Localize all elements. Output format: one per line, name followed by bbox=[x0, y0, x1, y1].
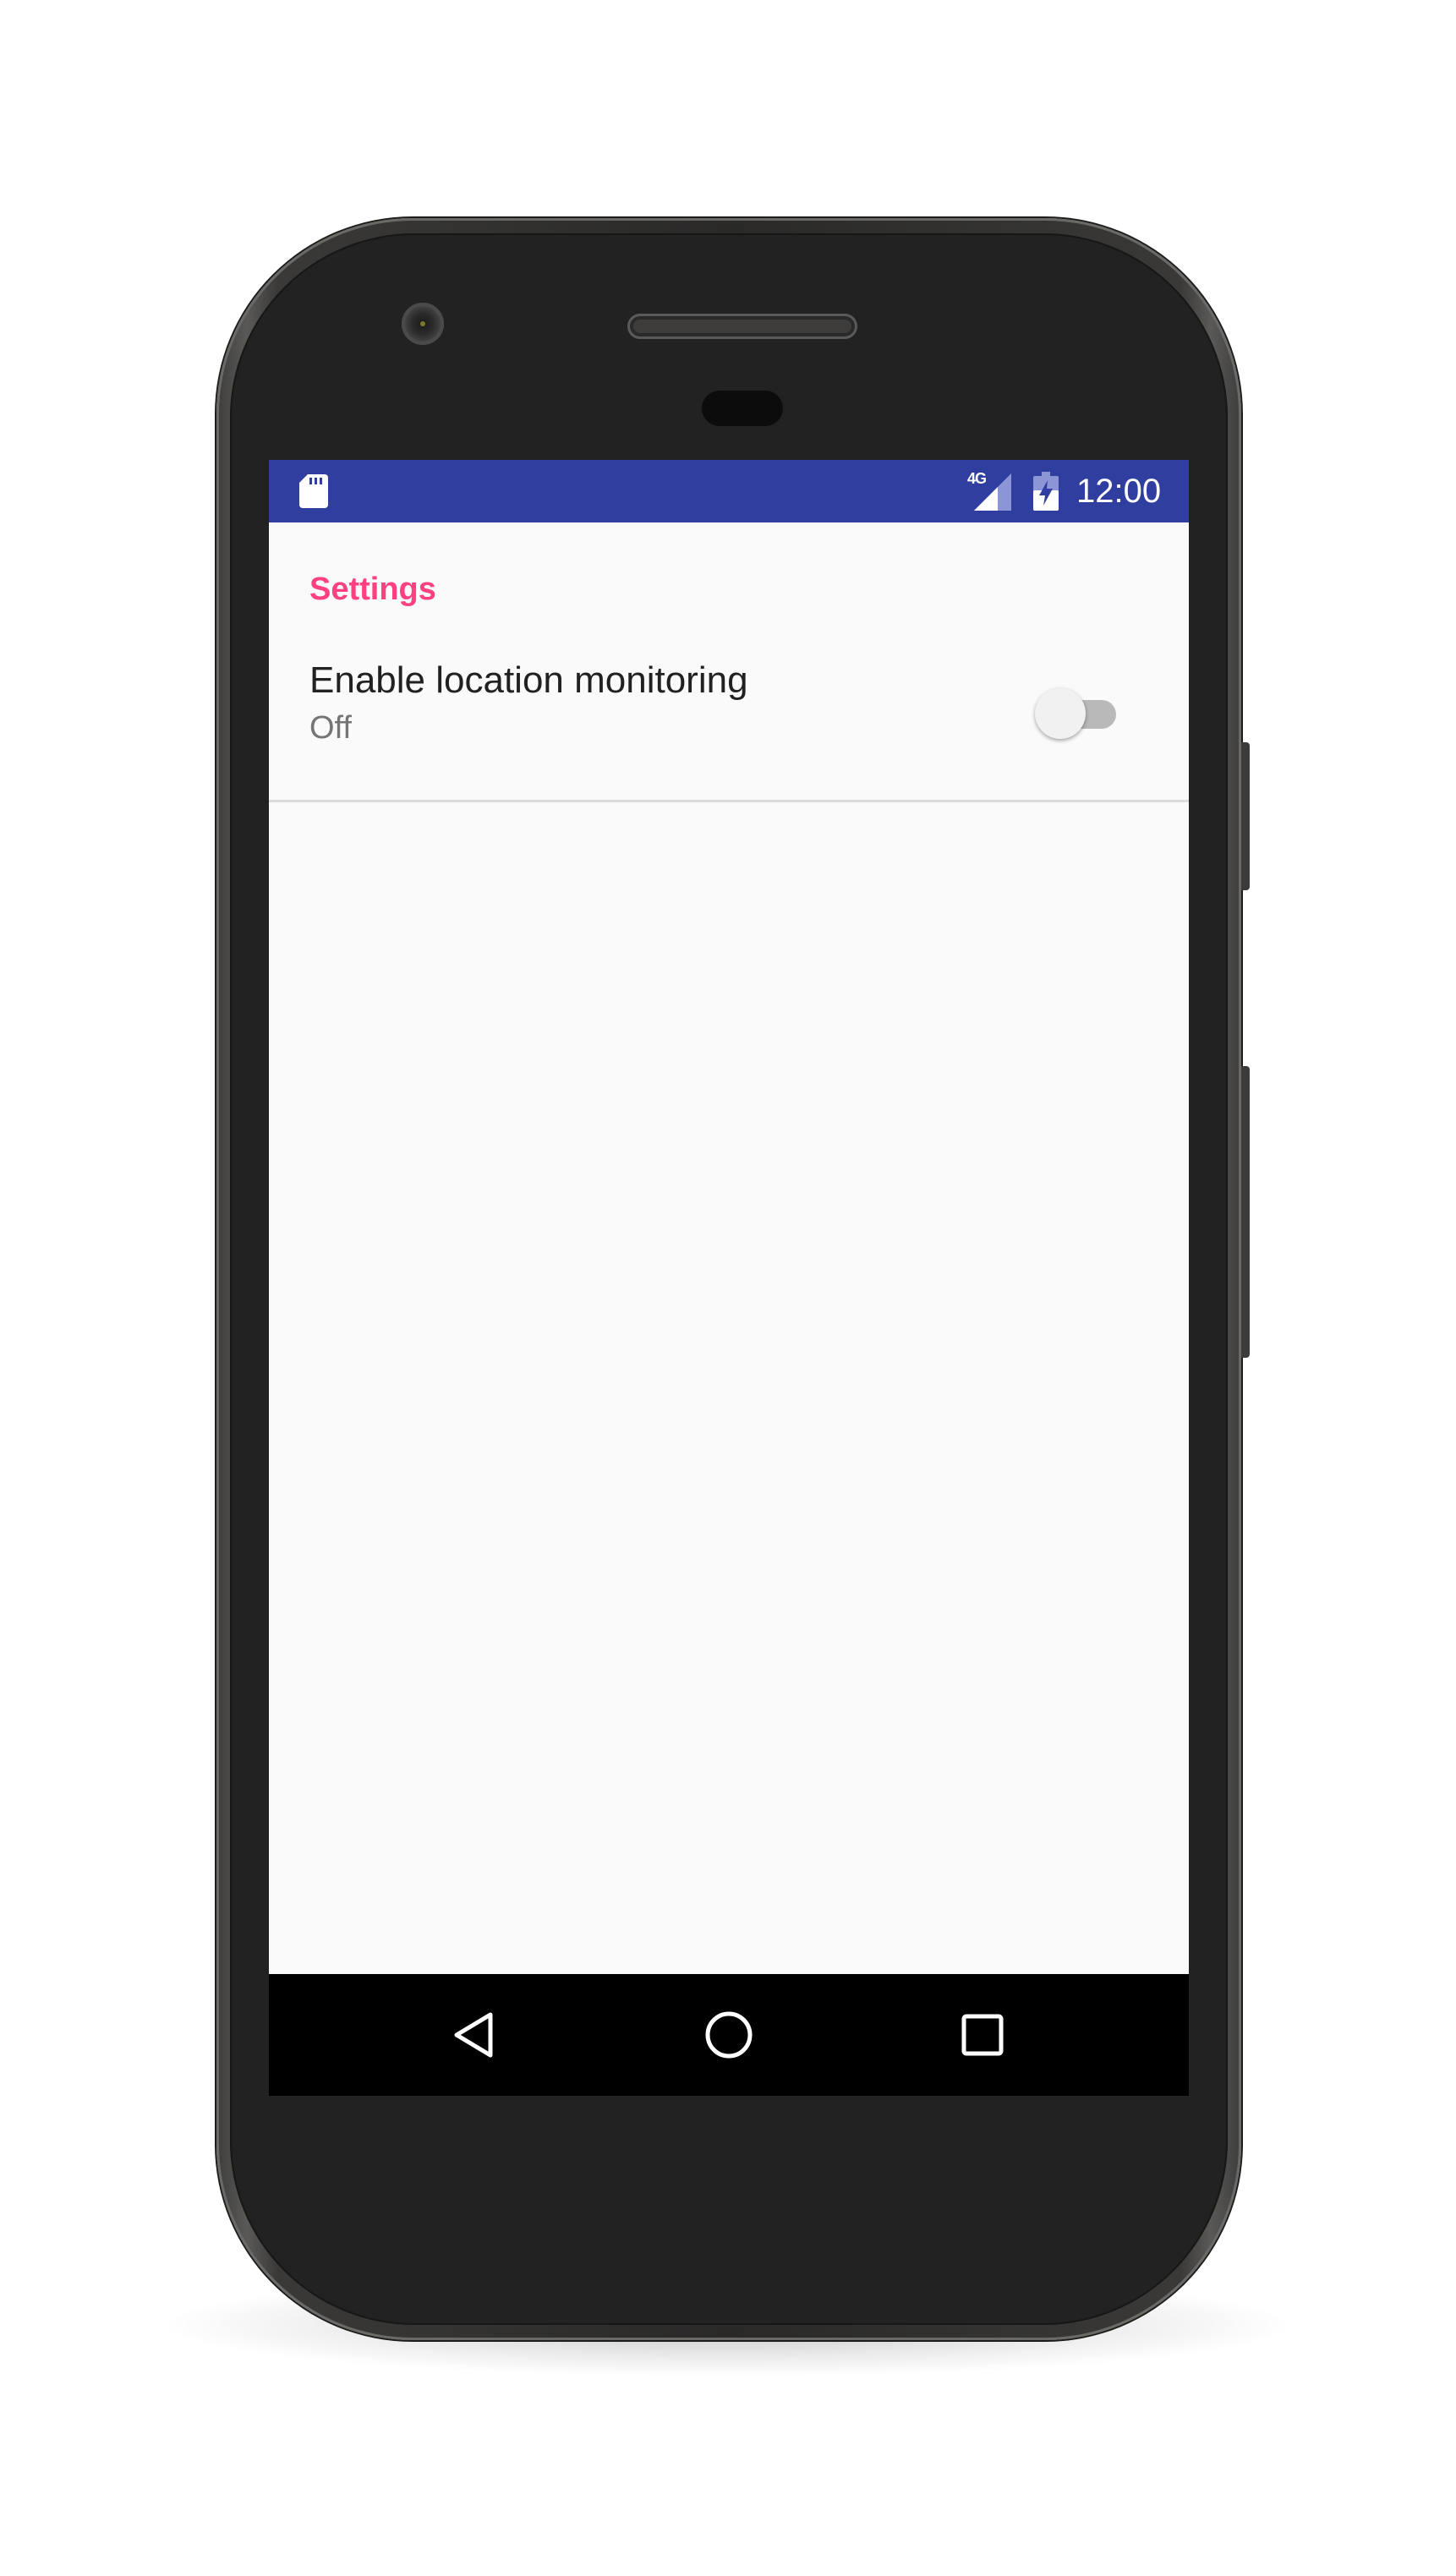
sd-card-icon bbox=[299, 474, 328, 508]
home-icon[interactable] bbox=[698, 2004, 759, 2065]
proximity-sensor bbox=[702, 391, 783, 426]
volume-button bbox=[1241, 1066, 1250, 1358]
location-monitoring-switch[interactable] bbox=[1035, 688, 1119, 739]
preference-divider bbox=[269, 800, 1189, 802]
power-button bbox=[1241, 742, 1250, 890]
earpiece-speaker bbox=[627, 314, 857, 339]
preference-summary: Off bbox=[309, 710, 352, 746]
settings-category-title: Settings bbox=[309, 572, 436, 607]
recents-icon[interactable] bbox=[952, 2004, 1013, 2065]
battery-charging-icon bbox=[1033, 472, 1059, 511]
device-mockup-page: 4G 12:00 Settings Enable location monito… bbox=[0, 0, 1456, 2576]
navigation-bar bbox=[269, 1974, 1189, 2096]
status-clock: 12:00 bbox=[1076, 473, 1162, 510]
status-bar: 4G 12:00 bbox=[269, 460, 1189, 522]
phone-screen: 4G 12:00 Settings Enable location monito… bbox=[269, 460, 1189, 2096]
preference-location-monitoring[interactable]: Enable location monitoring Off bbox=[269, 637, 1189, 773]
phone-frame: 4G 12:00 Settings Enable location monito… bbox=[216, 218, 1250, 2340]
signal-icon bbox=[974, 473, 1011, 511]
front-camera-icon bbox=[402, 303, 444, 345]
switch-thumb bbox=[1035, 688, 1086, 739]
preference-title: Enable location monitoring bbox=[309, 659, 748, 701]
back-icon[interactable] bbox=[445, 2004, 506, 2065]
